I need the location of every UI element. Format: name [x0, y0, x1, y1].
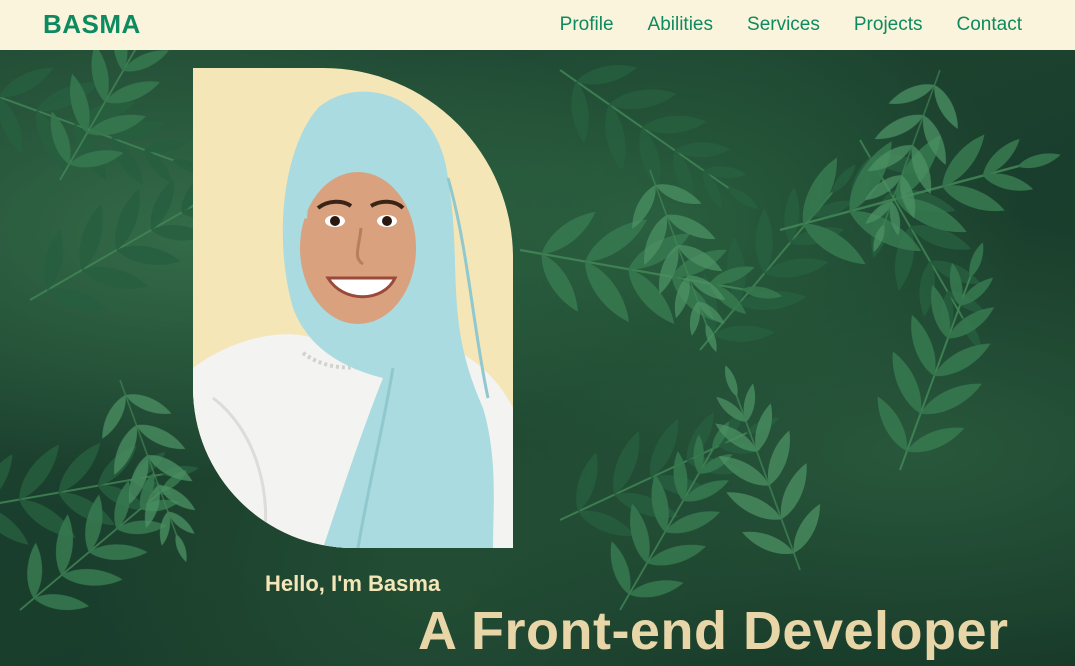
fern-background-image: [0, 50, 1075, 666]
nav-link-abilities[interactable]: Abilities: [648, 14, 713, 36]
nav-links: Profile Abilities Services Projects Cont…: [560, 14, 1022, 36]
hero-section: Hello, I'm Basma A Front-end Developer: [0, 50, 1075, 666]
hero-title: A Front-end Developer: [418, 601, 1009, 661]
profile-photo-card: [193, 68, 513, 548]
hero-greeting: Hello, I'm Basma: [265, 571, 441, 596]
top-navbar: BASMA Profile Abilities Services Project…: [0, 0, 1075, 50]
nav-link-projects[interactable]: Projects: [854, 14, 923, 36]
brand-logo[interactable]: BASMA: [43, 9, 141, 40]
nav-link-contact[interactable]: Contact: [957, 14, 1022, 36]
nav-link-profile[interactable]: Profile: [560, 14, 614, 36]
profile-photo: [193, 91, 513, 548]
nav-link-services[interactable]: Services: [747, 14, 820, 36]
